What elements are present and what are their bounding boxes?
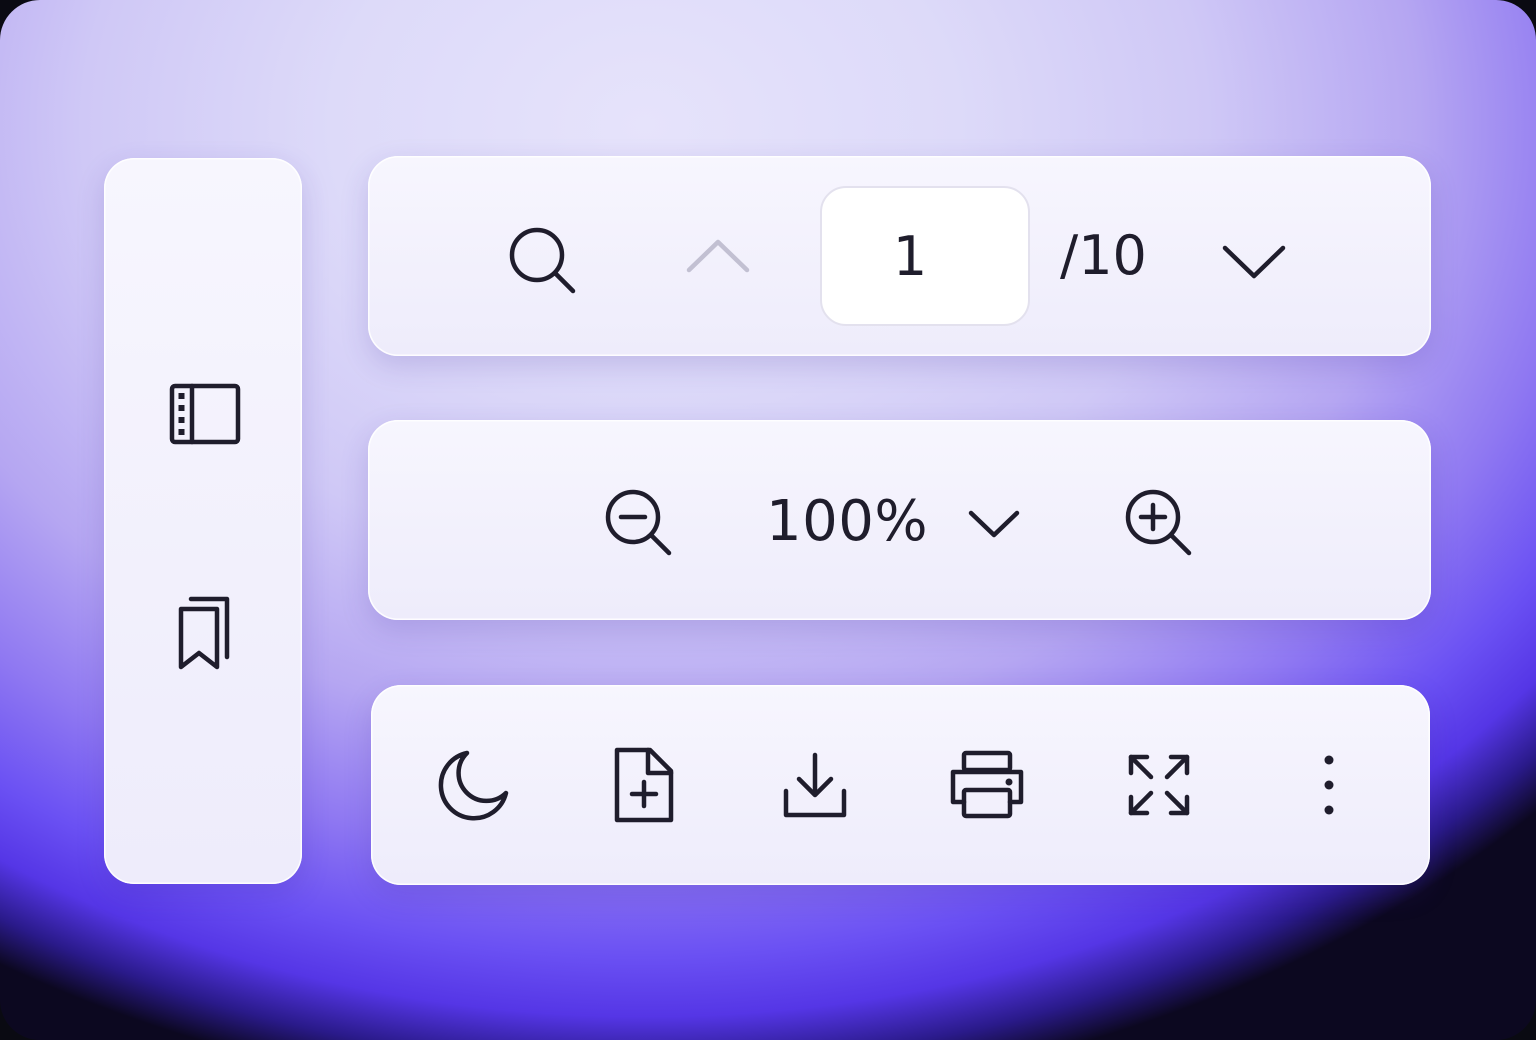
fullscreen-icon <box>1128 754 1190 816</box>
bookmarks-button[interactable] <box>164 588 244 674</box>
zoom-in-icon <box>1125 489 1192 556</box>
toggle-sidebar-button[interactable] <box>160 378 248 450</box>
zoom-out-button[interactable] <box>594 478 684 568</box>
zoom-bar: 100% <box>368 420 1431 620</box>
more-vertical-icon <box>1324 755 1334 815</box>
dark-mode-button[interactable] <box>431 743 515 827</box>
zoom-level-label[interactable]: 100% <box>766 486 928 558</box>
chevron-down-icon <box>968 510 1020 538</box>
page-total-label: /10 <box>1060 224 1147 287</box>
chevron-down-icon <box>1222 245 1286 279</box>
zoom-dropdown-button[interactable] <box>962 498 1026 548</box>
page-navigation-bar: /10 <box>368 156 1431 356</box>
zoom-out-icon <box>605 489 672 556</box>
bookmarks-icon <box>178 596 230 670</box>
chevron-up-icon <box>686 239 750 273</box>
print-button[interactable] <box>943 745 1031 825</box>
next-page-button[interactable] <box>1214 230 1294 290</box>
search-icon <box>509 227 576 294</box>
sidebar-panel-icon <box>169 383 241 445</box>
tools-bar <box>371 685 1430 885</box>
sidebar-panel <box>104 158 302 884</box>
previous-page-button[interactable] <box>678 226 758 286</box>
zoom-in-button[interactable] <box>1114 478 1204 568</box>
download-button[interactable] <box>775 745 855 825</box>
download-icon <box>783 752 847 818</box>
moon-icon <box>438 750 509 821</box>
printer-icon <box>950 750 1024 819</box>
viewer-toolbar-canvas: /10 100% <box>0 0 1536 1040</box>
more-options-button[interactable] <box>1305 745 1353 825</box>
add-file-button[interactable] <box>603 745 683 825</box>
add-file-icon <box>614 747 674 823</box>
fullscreen-button[interactable] <box>1119 745 1199 825</box>
search-button[interactable] <box>498 216 588 306</box>
page-number-input[interactable] <box>820 186 1030 326</box>
